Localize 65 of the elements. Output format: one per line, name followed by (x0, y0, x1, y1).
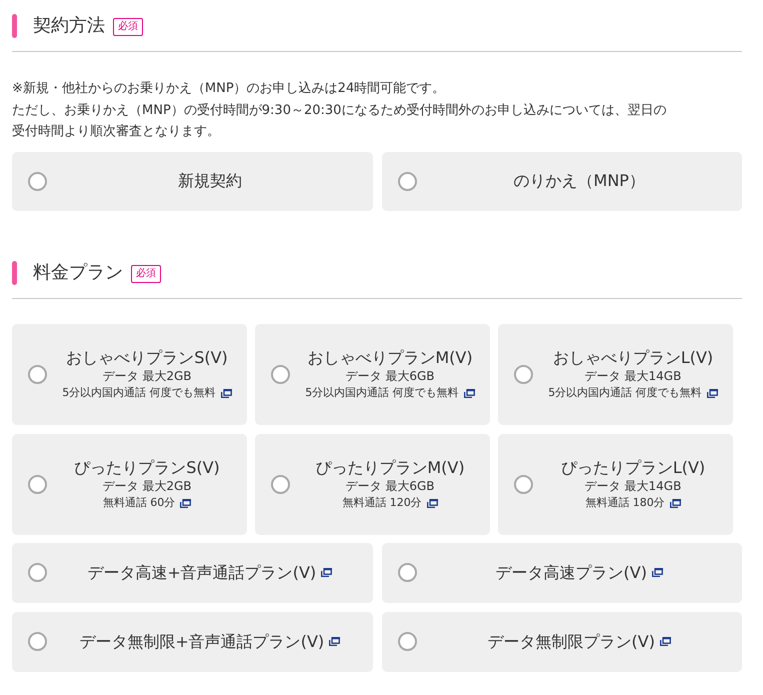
plan-name: おしゃべりプランS(V) (66, 347, 228, 368)
plan-option[interactable]: ぴったりプランM(V) データ 最大6GB 無料通話 120分 (255, 434, 490, 534)
external-link-icon (652, 568, 663, 577)
required-badge: 必須 (131, 264, 161, 282)
plan-name: データ無制限+音声通話プラン(V) (79, 630, 324, 652)
plan-name: データ高速+音声通話プラン(V) (87, 562, 316, 584)
plan-name: おしゃべりプランM(V) (307, 347, 473, 368)
radio-button[interactable] (271, 364, 290, 384)
data-allowance: データ 最大6GB (346, 368, 434, 385)
radio-button[interactable] (28, 364, 47, 384)
plan-option[interactable]: おしゃべりプランM(V) データ 最大6GB 5分以内国内通話 何度でも無料 (255, 324, 490, 424)
external-link-icon (426, 498, 438, 508)
plan-name: データ無制限プラン(V) (488, 630, 655, 652)
notice-text: ※新規・他社からのお乗りかえ（MNP）のお申し込みは24時間可能です。 ただし、お乗りかえ（MNP）の受付時間が9:30～20:30になるため受付時間外のお申し込みについては、翌日の 受付時間より順次審査となります。 (12, 80, 668, 141)
contract-option[interactable]: のりかえ（MNP） (382, 152, 742, 210)
call-allowance: 無料通話 180分 (585, 495, 665, 511)
radio-button[interactable] (398, 172, 416, 190)
external-link-icon (464, 388, 475, 398)
radio-button[interactable] (398, 632, 416, 651)
call-allowance: 無料通話 60分 (102, 495, 176, 511)
plan-option[interactable]: おしゃべりプランS(V) データ 最大2GB 5分以内国内通話 何度でも無料 (12, 324, 247, 424)
contract-option[interactable]: 新規契約 (12, 152, 372, 210)
plan-option[interactable]: データ高速プラン(V) (382, 542, 742, 602)
plan-option[interactable]: ぴったりプランS(V) データ 最大2GB 無料通話 60分 (12, 434, 247, 534)
plan-name: データ高速プラン(V) (496, 562, 647, 584)
radio-button[interactable] (398, 563, 416, 582)
external-link-icon (220, 388, 232, 398)
option-label: 新規契約 (178, 170, 242, 192)
plan-option[interactable]: データ無制限+音声通話プラン(V) (12, 612, 372, 672)
call-allowance: 無料通話 120分 (342, 495, 422, 511)
data-allowance: データ 最大14GB (584, 478, 682, 495)
section-title: 契約方法 (33, 14, 105, 38)
plan-name: ぴったりプランS(V) (74, 457, 220, 478)
call-allowance: 5分以内国内通話 何度でも無料 (548, 385, 702, 401)
radio-button[interactable] (28, 632, 47, 651)
external-link-icon (329, 637, 340, 646)
external-link-icon (180, 498, 192, 508)
required-badge: 必須 (113, 18, 143, 36)
section-title: 料金プラン (33, 260, 123, 284)
radio-button[interactable] (271, 474, 290, 494)
radio-button[interactable] (28, 474, 47, 494)
external-link-icon (321, 568, 332, 577)
option-label: のりかえ（MNP） (514, 170, 645, 192)
call-allowance: 5分以内国内通話 何度でも無料 (62, 385, 216, 401)
plan-name: おしゃべりプランL(V) (552, 347, 714, 368)
call-allowance: 5分以内国内通話 何度でも無料 (305, 385, 459, 401)
data-allowance: データ 最大2GB (102, 478, 192, 495)
plan-option[interactable]: データ無制限プラン(V) (382, 612, 742, 672)
plan-option[interactable]: おしゃべりプランL(V) データ 最大14GB 5分以内国内通話 何度でも無料 (498, 324, 733, 424)
data-allowance: データ 最大6GB (346, 478, 434, 495)
external-link-icon (706, 388, 718, 398)
heading-accent-bar (12, 14, 17, 38)
external-link-icon (660, 637, 671, 646)
data-allowance: データ 最大2GB (102, 368, 192, 385)
external-link-icon (670, 498, 681, 508)
plan-name: ぴったりプランM(V) (315, 457, 465, 478)
plan-option[interactable]: ぴったりプランL(V) データ 最大14GB 無料通話 180分 (498, 434, 733, 534)
plan-name: ぴったりプランL(V) (560, 457, 706, 478)
radio-button[interactable] (28, 172, 47, 190)
plan-option[interactable]: データ高速+音声通話プラン(V) (12, 542, 372, 602)
radio-button[interactable] (514, 364, 533, 384)
heading-accent-bar (12, 260, 17, 284)
data-allowance: データ 最大14GB (584, 368, 682, 385)
radio-button[interactable] (514, 474, 533, 494)
radio-button[interactable] (28, 563, 47, 582)
